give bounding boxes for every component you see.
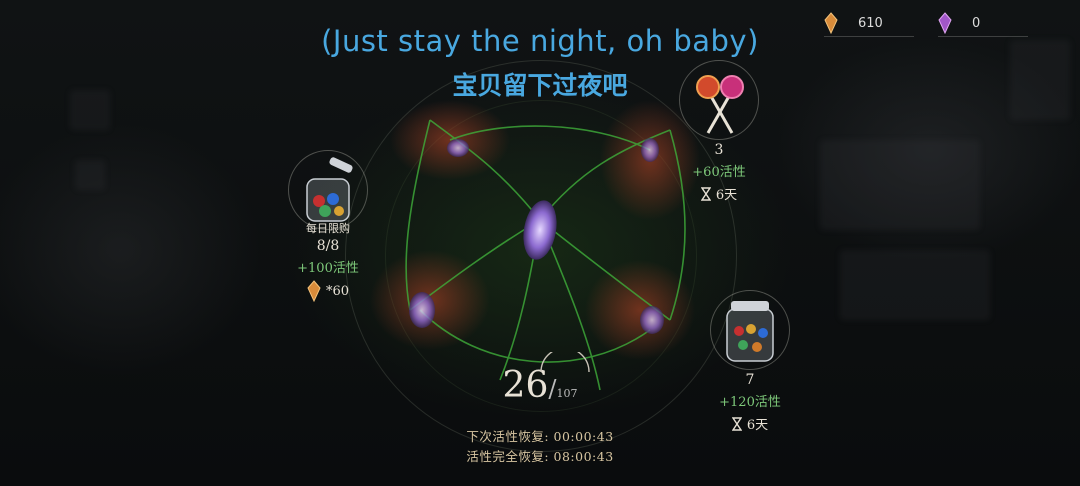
full-recovery: 活性完全恢复: 08:00:43 [0, 446, 1080, 465]
energy-arc [540, 352, 590, 373]
item-price: *60 [307, 280, 349, 302]
lollipop-icon [696, 75, 744, 134]
full-recovery-time: 08:00:43 [553, 449, 614, 464]
item-frame [288, 150, 368, 230]
item-count: 3 [714, 142, 724, 158]
background-panel [840, 250, 990, 320]
lyric-english: (Just stay the night, oh baby) [321, 24, 759, 58]
item-bonus: +60活性 [692, 165, 746, 180]
next-recovery-label: 下次活性恢复: [466, 429, 550, 444]
candy-jar-icon [726, 301, 774, 362]
item-bonus: +100活性 [297, 261, 359, 276]
lollipop-item[interactable]: 3 +60活性 6天 [679, 60, 759, 203]
item-count: 8/8 [316, 238, 340, 254]
amber-crystal-icon [307, 280, 321, 302]
next-recovery: 下次活性恢复: 00:00:43 [0, 426, 1080, 445]
background-panel [820, 140, 980, 230]
next-recovery-time: 00:00:43 [553, 429, 614, 444]
background-panel [75, 160, 105, 190]
item-timer: 6天 [700, 184, 738, 203]
candy-jar-item[interactable]: 7 +120活性 6天 [708, 290, 792, 433]
energy-max: 107 [556, 387, 578, 400]
candy-jar-icon [306, 157, 353, 222]
item-frame [679, 60, 759, 140]
price-value: *60 [325, 283, 350, 299]
timer-value: 6天 [715, 188, 738, 203]
full-recovery-label: 活性完全恢复: [466, 449, 550, 464]
hourglass-icon [700, 186, 711, 201]
item-frame [710, 290, 790, 370]
daily-limited-item[interactable]: 每日限购 8/8 +100活性 *60 [288, 150, 368, 302]
